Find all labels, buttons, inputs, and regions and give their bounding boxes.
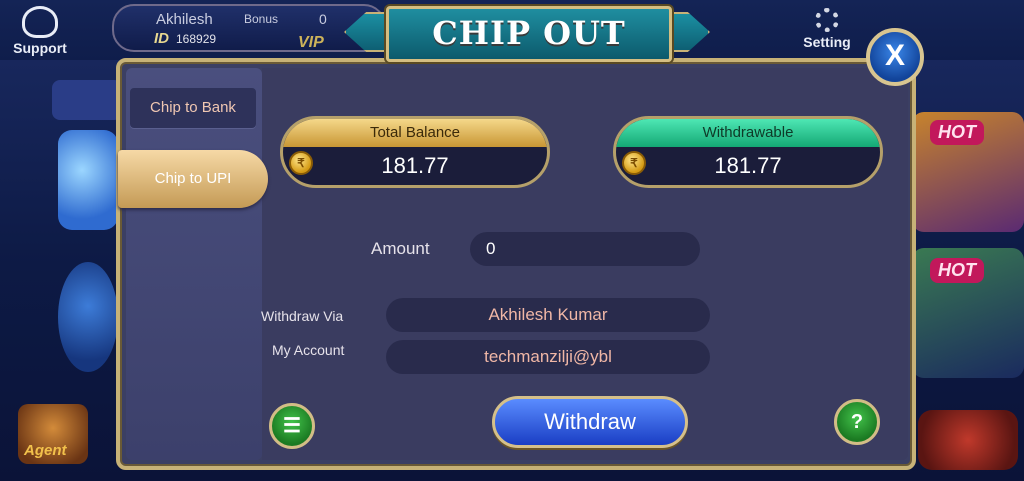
records-icon: ☰: [283, 415, 301, 437]
bonus-value: 0: [319, 11, 327, 27]
game-tile[interactable]: [58, 130, 118, 230]
withdrawable-value: 181.77: [714, 153, 782, 178]
withdraw-via-field[interactable]: Akhilesh Kumar: [386, 298, 710, 332]
help-icon: ?: [850, 411, 864, 433]
my-account-field[interactable]: techmanzilji@ybl: [386, 340, 710, 374]
total-balance-label: Total Balance: [283, 119, 547, 147]
total-balance-value: 181.77: [381, 153, 449, 178]
withdraw-via-label: Withdraw Via: [261, 308, 344, 324]
close-button[interactable]: X: [866, 28, 924, 86]
bonus-label: Bonus: [244, 12, 279, 26]
my-account-label: My Account: [272, 342, 345, 358]
support-label: Support: [13, 40, 67, 56]
id-label: ID: [154, 30, 169, 47]
setting-button[interactable]: Setting: [798, 8, 856, 50]
id-value: 168929: [176, 32, 217, 46]
coin-icon: ₹: [289, 151, 313, 175]
support-button[interactable]: Support: [8, 6, 72, 56]
amount-input[interactable]: 0: [470, 232, 700, 266]
gear-icon: [815, 8, 839, 32]
profile-name: Akhilesh: [156, 11, 213, 28]
total-balance-box: Total Balance 181.77 ₹: [280, 116, 550, 188]
game-tile[interactable]: [918, 410, 1018, 470]
setting-label: Setting: [803, 34, 851, 50]
agent-label: Agent: [24, 442, 67, 459]
dialog-title-banner: CHIP OUT: [344, 4, 710, 62]
withdraw-button[interactable]: Withdraw: [492, 396, 688, 448]
tab-chip-to-bank[interactable]: Chip to Bank: [130, 88, 256, 128]
records-button[interactable]: ☰: [269, 403, 315, 449]
hot-badge: HOT: [930, 120, 984, 145]
support-icon: [22, 6, 58, 38]
agent-button[interactable]: Agent: [18, 404, 88, 464]
game-tile[interactable]: [58, 262, 118, 372]
dialog-title: CHIP OUT: [432, 14, 626, 52]
withdrawable-label: Withdrawable: [616, 119, 880, 147]
tab-chip-to-upi[interactable]: Chip to UPI: [118, 150, 268, 208]
hot-badge: HOT: [930, 258, 984, 283]
vip-badge[interactable]: VIP: [298, 34, 324, 52]
close-icon: X: [884, 39, 905, 72]
amount-label: Amount: [371, 239, 430, 258]
game-grid-icon[interactable]: [52, 80, 122, 120]
title-plate: CHIP OUT: [386, 6, 672, 62]
withdrawable-box: Withdrawable 181.77 ₹: [613, 116, 883, 188]
help-button[interactable]: ?: [834, 399, 880, 445]
coin-icon: ₹: [622, 151, 646, 175]
